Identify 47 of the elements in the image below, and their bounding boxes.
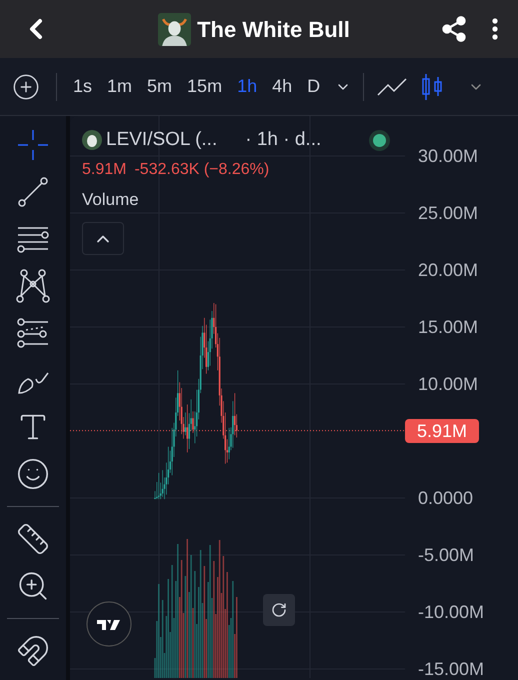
price-axis-label: 30.00M [418, 146, 478, 166]
share-button[interactable] [440, 15, 468, 43]
chat-title: The White Bull [197, 16, 350, 44]
ruler-icon [16, 522, 50, 556]
smiley-icon [16, 457, 50, 491]
crosshair-icon [16, 128, 50, 162]
drawing-tool-button[interactable] [16, 522, 50, 556]
price-axis-label: 25.00M [418, 203, 478, 223]
more-icon [492, 18, 498, 40]
tradingview-logo [86, 601, 132, 647]
candles-icon[interactable] [420, 72, 444, 100]
price-axis-label: 15.00M [418, 317, 478, 337]
bull-avatar-icon [158, 12, 192, 46]
more-menu-button[interactable] [492, 18, 498, 40]
interval-tab[interactable]: 15m [187, 73, 222, 100]
price-axis-label: -15.00M [418, 659, 484, 679]
interval-tab[interactable]: 1h [237, 73, 258, 100]
interval-tab[interactable]: 1m [107, 73, 132, 100]
interval-tab[interactable]: D [307, 73, 320, 100]
interval-tab[interactable]: 5m [147, 73, 172, 100]
reset-icon [271, 602, 287, 618]
drawing-tool-button[interactable] [16, 316, 50, 350]
last-value: 5.91M [82, 160, 126, 180]
trend-line-icon [16, 175, 50, 209]
interval-tab[interactable]: 1s [73, 73, 92, 100]
price-axis-label: -10.00M [418, 602, 484, 622]
price-axis-label: 0.0000 [418, 488, 474, 508]
fib-levels-icon [16, 316, 50, 350]
symbol-interval: · 1h · d... [245, 128, 322, 152]
price-change: -532.63K (−8.26%) [134, 160, 270, 180]
add-symbol-button[interactable] [12, 72, 40, 100]
volume-indicator-label: Volume [82, 188, 139, 210]
magnet-icon [16, 634, 50, 668]
price-axis-label: 10.00M [418, 374, 478, 394]
interval-tab[interactable]: 4h [272, 73, 292, 100]
reset-chart-button[interactable] [263, 594, 295, 626]
symbol-name[interactable]: LEVI/SOL (... [106, 126, 218, 154]
collapse-legend-button[interactable] [82, 222, 124, 255]
price-axis-label: 20.00M [418, 260, 478, 280]
drawing-tool-button[interactable] [16, 634, 50, 668]
price-axis-label: -5.00M [418, 545, 474, 565]
drawing-tool-button[interactable] [16, 175, 50, 209]
pattern-icon [16, 269, 50, 303]
token-avatar-icon [82, 130, 102, 150]
drawing-tool-button[interactable] [16, 457, 50, 491]
last-price-badge: 5.91M [405, 418, 480, 443]
drawing-tool-button[interactable] [16, 269, 50, 303]
